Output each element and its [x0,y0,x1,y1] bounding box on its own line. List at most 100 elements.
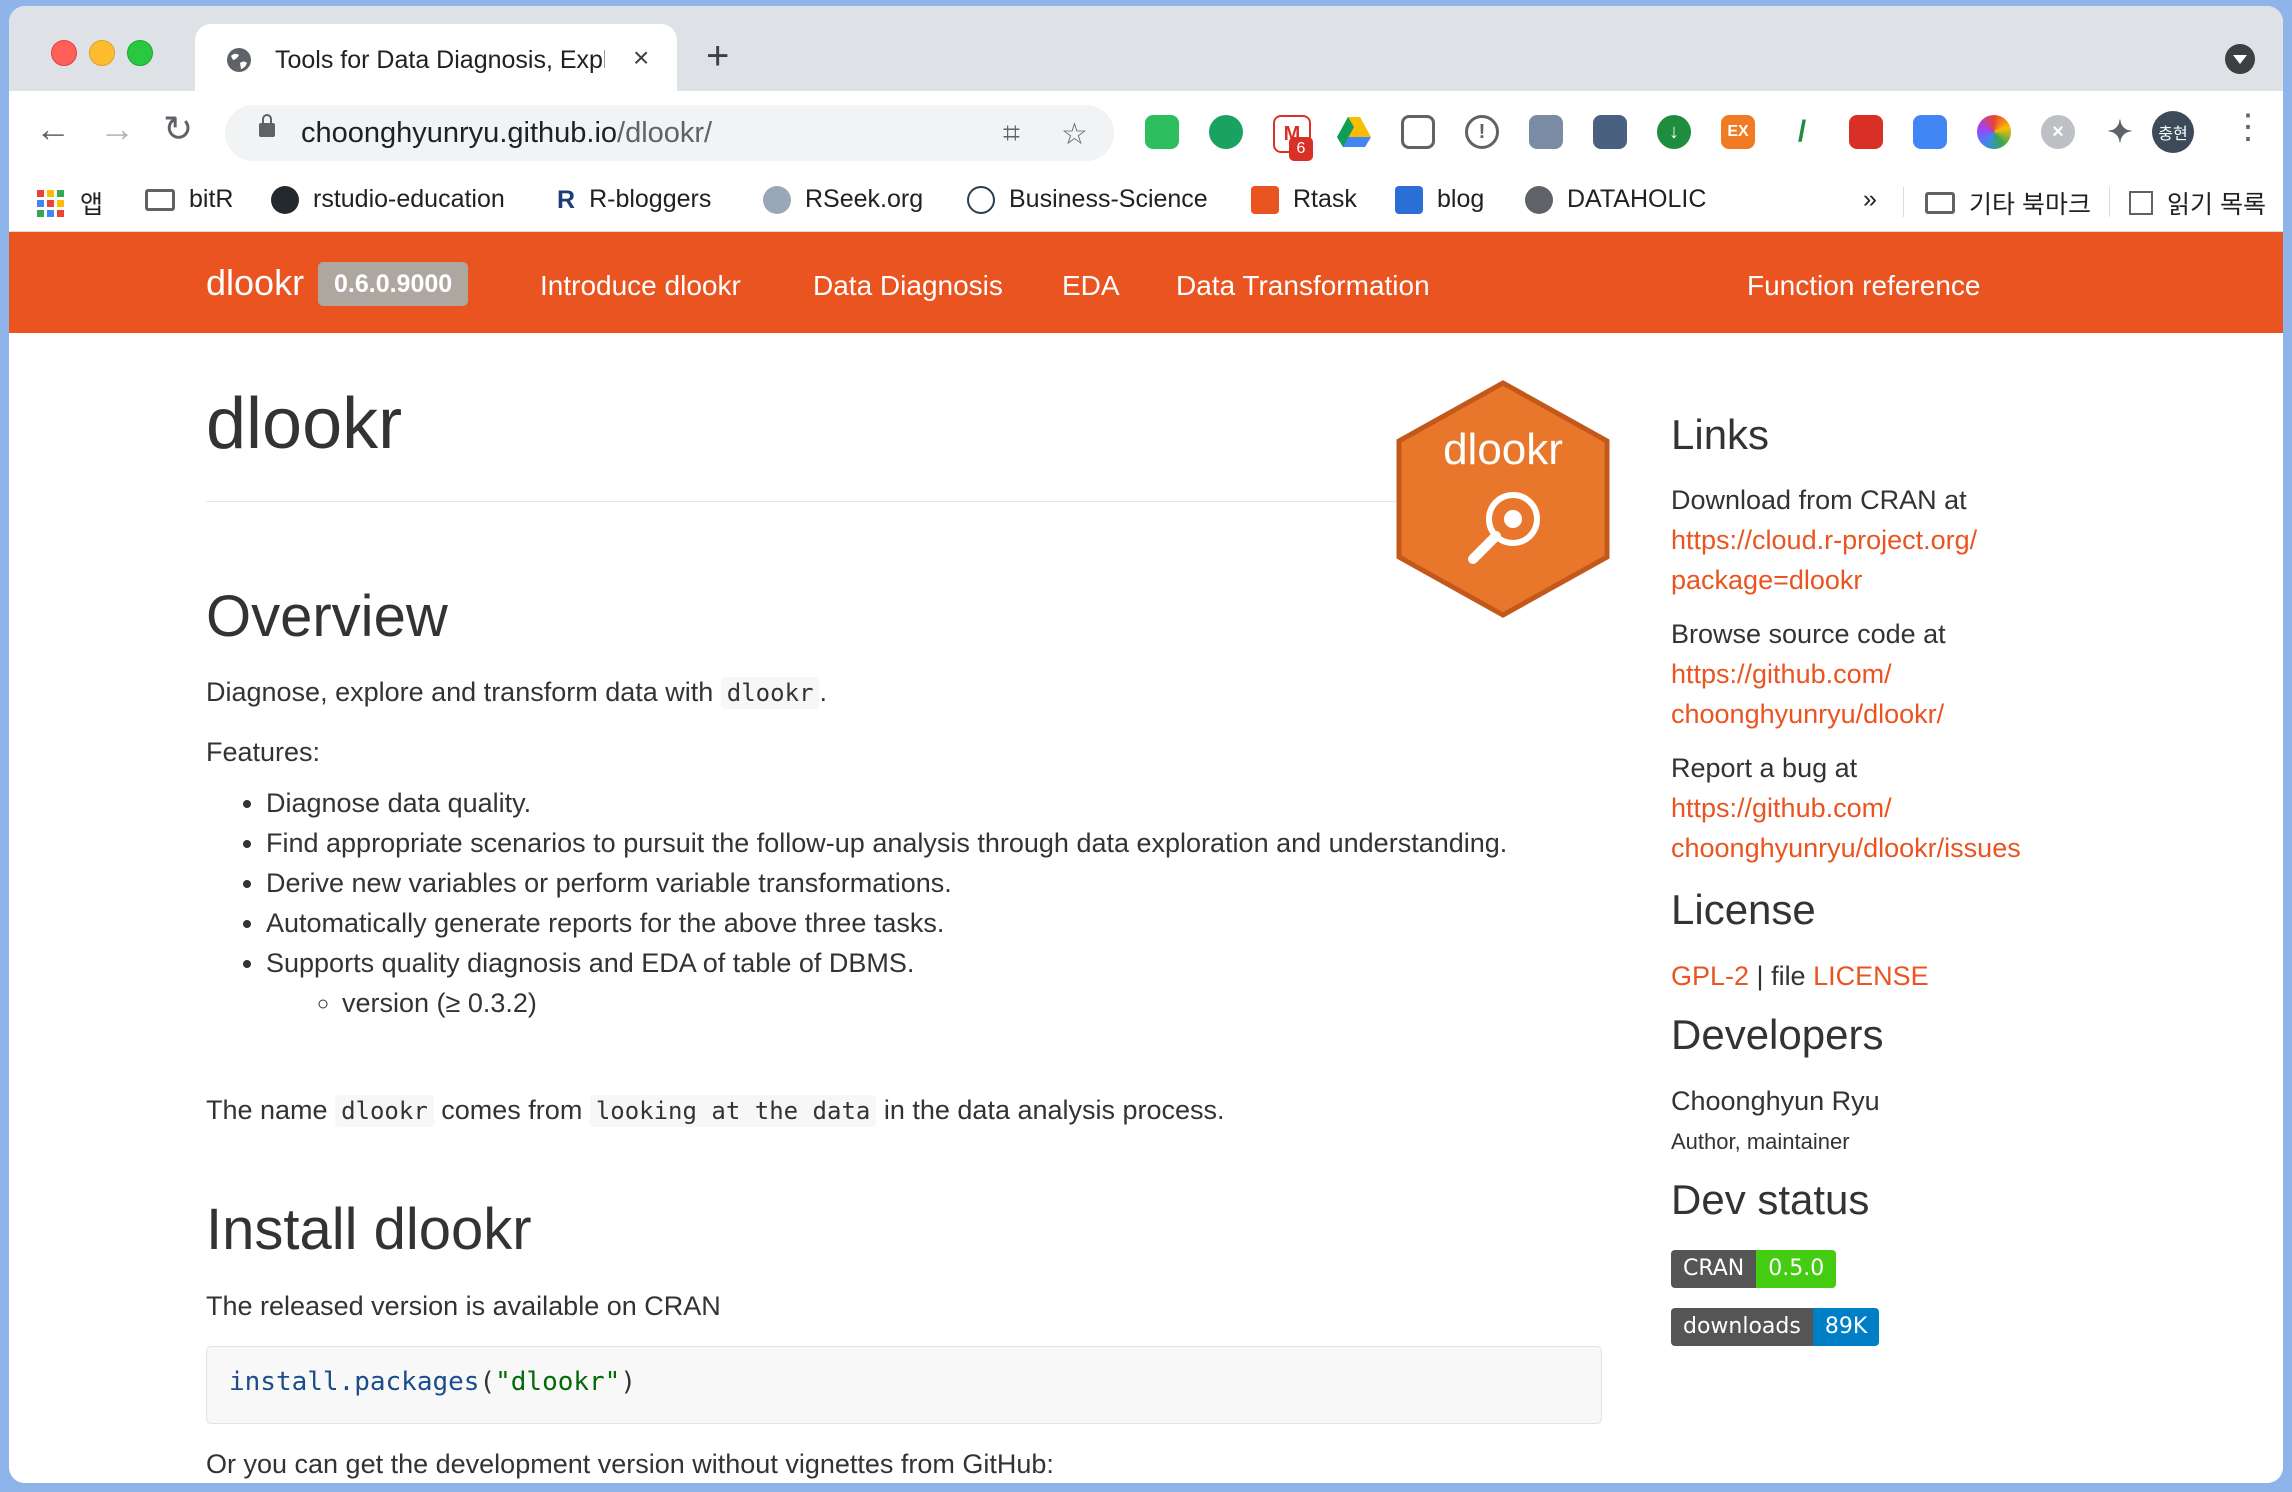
github-icon [271,185,299,214]
forward-button[interactable]: → [99,109,135,149]
list-item: Derive new variables or perform variable… [266,863,1566,903]
tab-search-button[interactable] [2225,44,2255,74]
nav-eda[interactable]: EDA [1062,270,1120,302]
cran-download-block: Download from CRAN at https://cloud.r-pr… [1671,480,1977,600]
list-item: Find appropriate scenarios to pursuit th… [266,823,1566,863]
nav-introduce[interactable]: Introduce dlookr [540,270,741,302]
bookmark-other[interactable]: 기타 북마크 [1925,185,2091,221]
install-heading: Install dlookr [206,1197,532,1262]
version-badge: 0.6.0.9000 [318,262,469,306]
globe-icon [1525,185,1553,214]
nav-data-transformation[interactable]: Data Transformation [1176,270,1430,302]
back-button[interactable]: ← [35,109,71,149]
bookmark-blog[interactable]: blog [1395,185,1484,214]
profile-avatar[interactable]: 충현 [2152,111,2194,153]
reading-list-icon [2129,191,2153,215]
logo-text: dlookr [1443,425,1563,474]
bookmarks-divider [1903,187,1904,217]
list-item: version (≥ 0.3.2) [342,983,1566,1023]
pdf-icon[interactable] [1849,115,1883,149]
bookmark-apps[interactable]: 앱 [37,185,103,221]
overview-text: Diagnose, explore and transform data wit… [206,677,827,709]
slash-extension-icon[interactable]: / [1785,115,1819,149]
page-title: dlookr [206,384,403,464]
minimize-window-button[interactable] [89,40,115,66]
nav-data-diagnosis[interactable]: Data Diagnosis [813,270,1003,302]
sub-list: version (≥ 0.3.2) [266,983,1566,1023]
bookmark-rstudio-education[interactable]: rstudio-education [271,185,505,214]
disabled-extension-icon[interactable]: × [2041,115,2075,149]
extension-green-icon[interactable] [1209,115,1243,149]
url-text[interactable]: choonghyunryu.github.io/dlookr/ [301,117,712,150]
list-item: Supports quality diagnosis and EDA of ta… [266,943,1566,1023]
developer-name: Choonghyun Ryu [1671,1086,1880,1116]
bookmarks-bar: 앱 bitR rstudio-education R R-bloggers RSe… [9,173,2283,232]
bookmark-rtask[interactable]: Rtask [1251,185,1357,214]
links-heading: Links [1671,411,1770,458]
site-brand[interactable]: dlookr [206,262,304,304]
downloads-badge[interactable]: downloads 89K [1671,1308,1880,1346]
cran-link[interactable]: https://cloud.r-project.org/package=dloo… [1671,520,1977,600]
close-window-button[interactable] [51,40,77,66]
reload-button[interactable]: ↻ [163,109,193,149]
pocket-icon[interactable] [1401,115,1435,149]
dev-version-text: Or you can get the development version w… [206,1449,1054,1479]
source-code-block: Browse source code at https://github.com… [1671,614,1946,734]
gpl-link[interactable]: GPL-2 [1671,961,1749,991]
rseek-icon [763,185,791,214]
bug-report-link[interactable]: https://github.com/choonghyunryu/dlookr/… [1671,788,2021,868]
dlookr-hex-logo: dlookr [1396,380,1610,618]
bookmark-business-science[interactable]: Business-Science [967,185,1208,214]
developers-heading: Developers [1671,1011,1884,1058]
bookmark-rseek[interactable]: RSeek.org [763,185,923,214]
info-extension-icon[interactable]: ! [1465,115,1499,149]
gmail-badge: 6 [1289,137,1313,161]
eyedropper-icon[interactable] [1593,115,1627,149]
folder-icon [145,188,175,211]
tab-title: Tools for Data Diagnosis, Explo [275,46,605,74]
lock-icon[interactable] [259,114,275,137]
translate-icon[interactable]: ⌗ [1003,117,1020,151]
site-navbar: dlookr 0.6.0.9000 Introduce dlookr Data … [9,232,2283,333]
bookmarks-overflow-button[interactable]: » [1863,185,1877,214]
install-text: The released version is available on CRA… [206,1291,721,1321]
license-heading: License [1671,886,1816,933]
browser-toolbar: ← → ↻ choonghyunryu.github.io/dlookr/ ⌗ … [9,91,2283,173]
folder-icon [1925,192,1955,214]
browser-window: Tools for Data Diagnosis, Explo × + ← → … [9,6,2283,1483]
bookmark-star-icon[interactable]: ☆ [1061,117,1088,152]
evernote-icon[interactable] [1145,115,1179,149]
install-code-block[interactable]: install.packages("dlookr") [206,1346,1602,1424]
page-content: dlookr dlookr Overview Diagnose, explore… [9,333,2283,1483]
source-link[interactable]: https://github.com/choonghyunryu/dlookr/ [1671,654,1946,734]
more-menu-icon[interactable]: ⋮ [2231,107,2265,147]
globe-icon [227,48,251,72]
browser-tab[interactable]: Tools for Data Diagnosis, Explo × [195,24,677,91]
extensions-puzzle-icon[interactable]: ✦ [2103,115,2137,149]
features-list: Diagnose data quality. Find appropriate … [206,783,1566,1023]
tab-close-icon[interactable]: × [633,42,649,74]
maximize-window-button[interactable] [127,40,153,66]
tab-strip: Tools for Data Diagnosis, Explo × + [9,6,2283,91]
color-picker-icon[interactable] [1977,115,2011,149]
window-extension-icon[interactable] [1913,115,1947,149]
new-tab-button[interactable]: + [706,36,729,76]
bookmark-r-bloggers[interactable]: R R-bloggers [557,185,711,214]
bookmarks-divider [2109,187,2110,217]
blog-cube-icon [1395,185,1423,214]
bookmark-bitr[interactable]: bitR [145,185,233,214]
bookmark-dataholic[interactable]: DATAHOLIC [1525,185,1706,214]
cran-badge[interactable]: CRAN 0.5.0 [1671,1250,1837,1288]
inspector-icon[interactable] [1529,115,1563,149]
ex-extension-icon[interactable]: EX [1721,115,1755,149]
google-drive-icon[interactable] [1337,115,1371,149]
address-bar[interactable]: choonghyunryu.github.io/dlookr/ ⌗ ☆ [225,105,1114,161]
license-file-link[interactable]: LICENSE [1813,961,1929,991]
apps-grid-icon [37,189,64,217]
license-text: GPL-2 | file LICENSE [1671,961,1929,991]
download-icon[interactable]: ↓ [1657,115,1691,149]
nav-function-reference[interactable]: Function reference [1747,270,1980,302]
reading-list-button[interactable]: 읽기 목록 [2129,185,2266,221]
list-item: Automatically generate reports for the a… [266,903,1566,943]
developer-role: Author, maintainer [1671,1129,1850,1154]
